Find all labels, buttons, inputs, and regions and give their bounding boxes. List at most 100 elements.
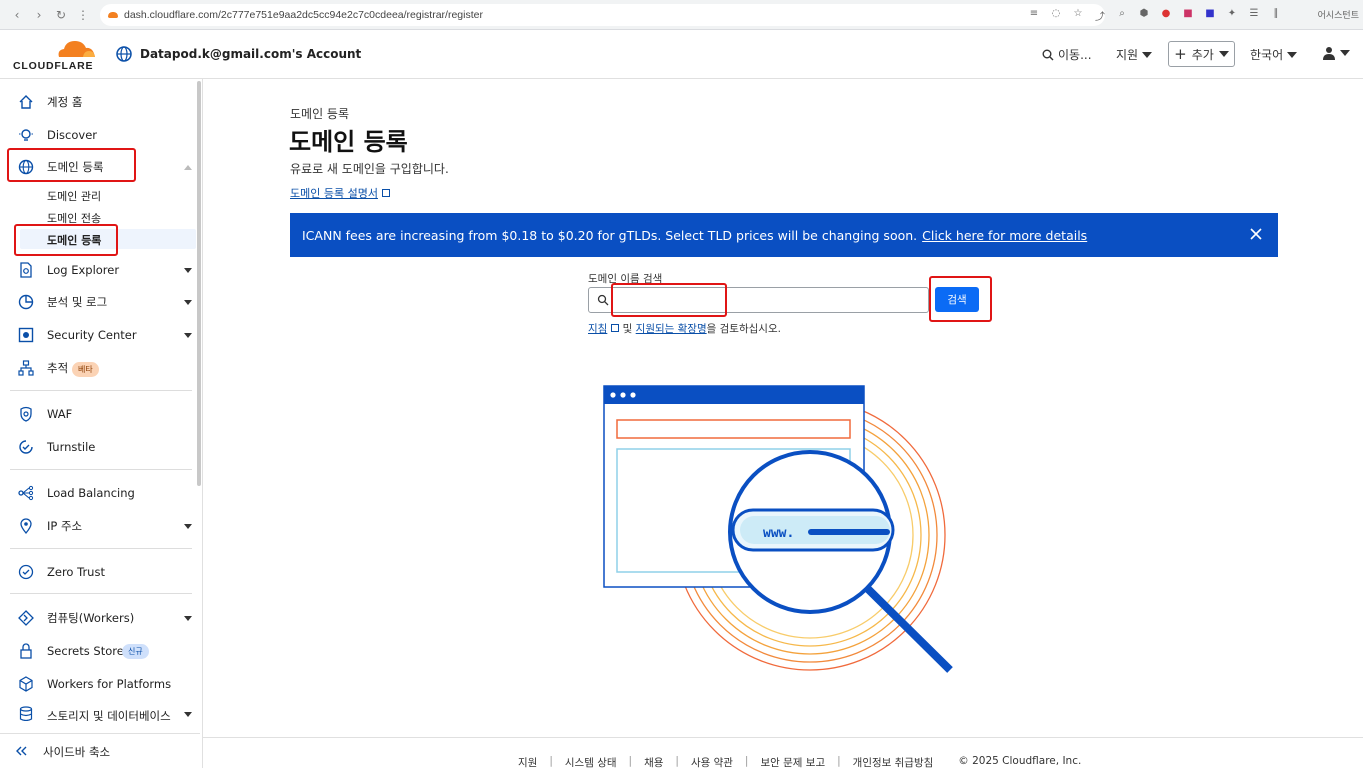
chevron-down-icon bbox=[184, 299, 192, 305]
logo-wordmark: CLOUDFLARE bbox=[13, 60, 94, 72]
sidebar-collapse-button[interactable]: 사이드바 축소 bbox=[0, 733, 200, 768]
chevron-down-icon bbox=[184, 332, 192, 338]
sidebar: 계정 홈 Discover 도메인 등록 도메인 관리 도메인 전송 도메인 등… bbox=[0, 79, 203, 768]
chevron-up-icon bbox=[184, 164, 192, 170]
assistant-label[interactable]: 어시스턴트 bbox=[1318, 8, 1359, 21]
user-menu[interactable] bbox=[1322, 46, 1350, 60]
chevron-down-icon bbox=[184, 615, 192, 621]
sidebar-item-storage-databases[interactable]: 스토리지 및 데이터베이스 bbox=[0, 703, 200, 721]
language-label: 한국어 bbox=[1250, 48, 1284, 62]
search-hint: 지침 및 지원되는 확장명을 검토하십시오. bbox=[588, 321, 781, 336]
add-button[interactable]: + 추가 bbox=[1168, 41, 1235, 67]
load-balancing-icon bbox=[18, 485, 34, 501]
add-label: 추가 bbox=[1191, 47, 1214, 62]
reload-icon[interactable]: ↻ bbox=[50, 8, 72, 22]
database-icon bbox=[19, 706, 33, 721]
domain-search-illustration: www. bbox=[603, 385, 953, 673]
lightbulb-icon bbox=[19, 129, 33, 141]
goto-button[interactable]: 이동... bbox=[1042, 46, 1092, 63]
sidebar-item-label: IP 주소 bbox=[47, 519, 83, 533]
sidebar-item-waf[interactable]: WAF bbox=[0, 401, 200, 427]
tune-icon[interactable]: ≡ bbox=[1028, 8, 1040, 23]
ext-puzzle-icon[interactable]: ✦ bbox=[1226, 8, 1238, 23]
chevron-down-icon bbox=[1287, 51, 1298, 58]
account-name: Datapod.k@gmail.com's Account bbox=[140, 47, 362, 61]
ext-hex-icon[interactable]: ⬢ bbox=[1138, 8, 1150, 23]
language-menu[interactable]: 한국어 bbox=[1250, 46, 1298, 63]
mic-icon[interactable]: ⋮ bbox=[72, 8, 94, 22]
hierarchy-icon bbox=[18, 360, 34, 376]
cube-icon bbox=[19, 676, 33, 692]
audio-icon[interactable]: ∥ bbox=[1270, 8, 1282, 23]
sidebar-item-label: 계정 홈 bbox=[47, 95, 83, 109]
sidebar-item-security-center[interactable]: Security Center bbox=[0, 322, 200, 348]
chevron-down-icon bbox=[1340, 50, 1350, 56]
share-icon[interactable]: ⤴ bbox=[1094, 8, 1106, 23]
search-icon bbox=[597, 294, 609, 306]
ext-pink-icon[interactable]: ■ bbox=[1182, 8, 1194, 23]
sidebar-item-label: Security Center bbox=[47, 328, 137, 342]
sidebar-item-label: Turnstile bbox=[47, 440, 96, 454]
sidebar-item-turnstile[interactable]: Turnstile bbox=[0, 434, 200, 460]
guidelines-link[interactable]: 지침 bbox=[588, 323, 607, 335]
turnstile-icon bbox=[19, 440, 33, 454]
sidebar-item-ip-addresses[interactable]: IP 주소 bbox=[0, 513, 200, 539]
sidebar-item-secrets-store[interactable]: Secrets Store 신규 bbox=[0, 638, 200, 664]
support-menu[interactable]: 지원 bbox=[1116, 46, 1153, 63]
close-icon[interactable] bbox=[1248, 226, 1264, 242]
cloudflare-logo[interactable]: CLOUDFLARE bbox=[13, 38, 98, 72]
chevron-down-icon bbox=[184, 712, 192, 717]
annotation-highlight-domain-registration bbox=[7, 148, 136, 182]
ext-blue-icon[interactable]: ■ bbox=[1204, 8, 1216, 23]
sidebar-item-log-explorer[interactable]: Log Explorer bbox=[0, 257, 200, 283]
bookmark-star-icon[interactable]: ☆ bbox=[1072, 8, 1084, 23]
address-bar[interactable]: dash.cloudflare.com/2c777e751e9aa2dc5cc9… bbox=[100, 4, 1105, 26]
sidebar-item-zero-trust[interactable]: Zero Trust bbox=[0, 559, 200, 585]
sidebar-item-label: WAF bbox=[47, 407, 73, 421]
sidebar-item-label: Log Explorer bbox=[47, 263, 120, 277]
footer: 지원 | 시스템 상태 | 채용 | 사용 약관 | 보안 문제 보고 | 개인정보 취급… bbox=[203, 737, 1363, 769]
banner-details-link[interactable]: Click here for more details bbox=[922, 228, 1087, 243]
sidebar-item-workers-for-platforms[interactable]: Workers for Platforms bbox=[0, 671, 200, 697]
annotation-highlight-search-input bbox=[611, 283, 727, 317]
top-header: CLOUDFLARE Datapod.k@gmail.com's Account… bbox=[0, 30, 1363, 79]
icann-fee-banner: ICANN fees are increasing from $0.18 to … bbox=[290, 213, 1278, 257]
site-icon bbox=[108, 12, 118, 18]
sidebar-item-compute-workers[interactable]: 컴퓨팅(Workers) bbox=[0, 605, 200, 631]
documentation-link-label: 도메인 등록 설명서 bbox=[290, 187, 378, 200]
documentation-link[interactable]: 도메인 등록 설명서 bbox=[290, 185, 390, 201]
menu-lines-icon[interactable]: ☰ bbox=[1248, 8, 1260, 23]
support-label: 지원 bbox=[1116, 48, 1139, 62]
sidebar-subitem-manage-domains[interactable]: 도메인 관리 bbox=[47, 188, 101, 204]
hint-and: 및 bbox=[619, 323, 636, 335]
forward-icon[interactable]: › bbox=[28, 8, 50, 22]
hint-tail: 을 검토하십시오. bbox=[706, 323, 781, 335]
breadcrumb: 도메인 등록 bbox=[290, 107, 350, 121]
banner-text: ICANN fees are increasing from $0.18 to … bbox=[302, 227, 918, 243]
sidebar-item-label: 스토리지 및 데이터베이스 bbox=[47, 709, 171, 721]
sidebar-item-discover[interactable]: Discover bbox=[0, 122, 200, 148]
sidebar-item-label: 컴퓨팅(Workers) bbox=[47, 611, 135, 625]
pie-chart-icon bbox=[18, 294, 34, 310]
annotation-highlight-search-button bbox=[929, 276, 992, 322]
zoom-icon[interactable]: ⌕ bbox=[1116, 8, 1128, 23]
extension-icon[interactable]: ◌ bbox=[1050, 8, 1062, 23]
sidebar-divider bbox=[10, 548, 192, 549]
location-pin-icon bbox=[20, 518, 32, 534]
sidebar-item-load-balancing[interactable]: Load Balancing bbox=[0, 480, 200, 506]
sidebar-item-account-home[interactable]: 계정 홈 bbox=[0, 89, 200, 115]
goto-label: 이동... bbox=[1058, 48, 1092, 62]
supported-extensions-link[interactable]: 지원되는 확장명 bbox=[636, 323, 707, 335]
account-switcher[interactable]: Datapod.k@gmail.com's Account bbox=[116, 46, 361, 62]
ext-chrome-icon[interactable]: ● bbox=[1160, 8, 1172, 23]
search-icon bbox=[1042, 49, 1054, 60]
collapse-label: 사이드바 축소 bbox=[43, 745, 111, 759]
sidebar-item-analytics-logs[interactable]: 분석 및 로그 bbox=[0, 289, 200, 315]
sidebar-item-label: 추적 bbox=[47, 361, 69, 375]
back-icon[interactable]: ‹ bbox=[6, 8, 28, 22]
sidebar-item-tracking[interactable]: 추적 베타 bbox=[0, 355, 200, 381]
sidebar-item-label: Workers for Platforms bbox=[47, 677, 172, 691]
plus-icon: + bbox=[1174, 45, 1187, 63]
page-subtitle: 유료로 새 도메인을 구입합니다. bbox=[290, 162, 449, 176]
sidebar-item-label: Zero Trust bbox=[47, 565, 105, 579]
